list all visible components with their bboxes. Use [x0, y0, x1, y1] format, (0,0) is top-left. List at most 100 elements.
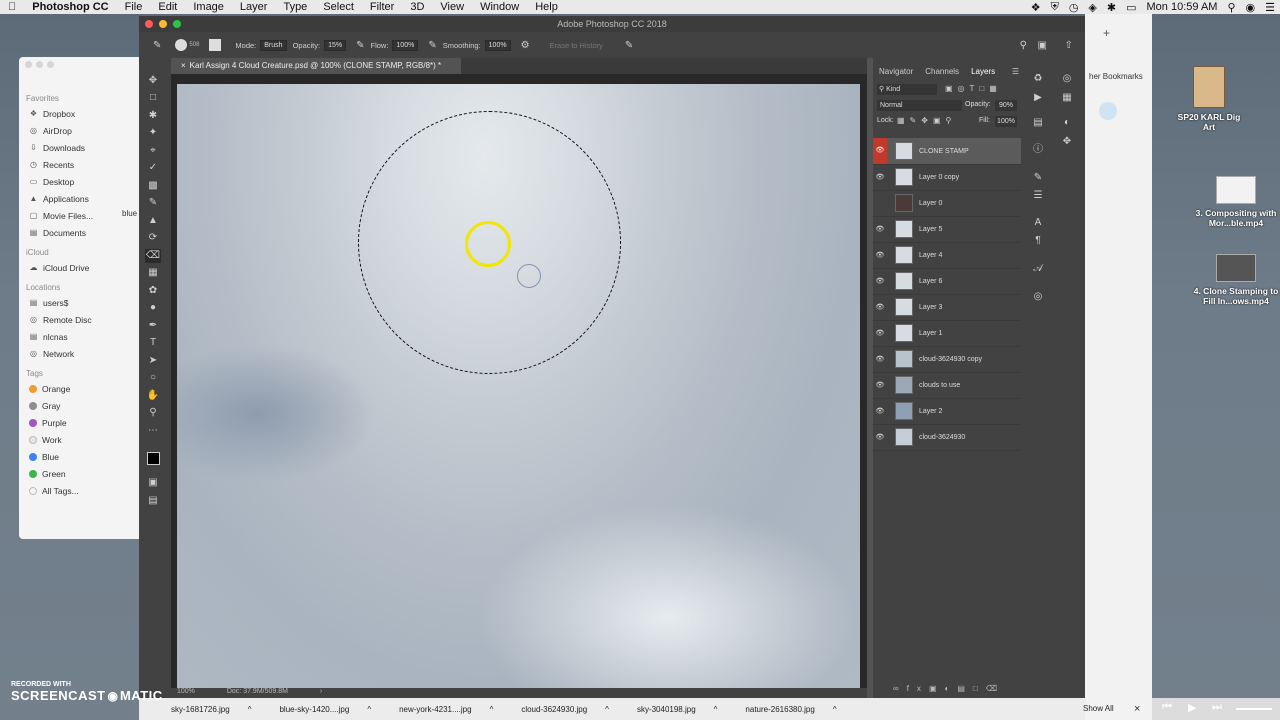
notification-center-icon[interactable]: ☰ — [1260, 1, 1280, 14]
sidebar-item-users[interactable]: ▤ users$ — [19, 294, 139, 311]
screen-mode-icon[interactable]: ▤ — [145, 494, 161, 508]
history-icon[interactable]: ♻ — [1031, 72, 1045, 86]
dodge-tool-icon[interactable]: ● — [145, 301, 161, 315]
tag-orange[interactable]: Orange — [19, 380, 139, 397]
visibility-eye-icon[interactable]: 👁 — [873, 329, 887, 337]
close-button[interactable] — [25, 61, 32, 68]
layer-row-layer-0-copy[interactable]: 👁 Layer 0 copy — [873, 164, 1021, 191]
filter-kind-select[interactable]: ⚲ Kind — [877, 84, 937, 95]
pen-tool-icon[interactable]: ✒ — [145, 319, 161, 333]
zoom-tool-icon[interactable]: ⚲ — [145, 406, 161, 420]
eyedropper-tool-icon[interactable]: ✓ — [145, 161, 161, 175]
zoom-button[interactable] — [47, 61, 54, 68]
brush-settings-icon[interactable]: ✎ — [1031, 171, 1045, 185]
brush-tool-icon[interactable]: ✎ — [145, 196, 161, 210]
bluetooth-icon[interactable]: ✱ — [1102, 1, 1121, 14]
chevron-up-icon[interactable]: ^ — [833, 705, 837, 714]
sidebar-item-airdrop[interactable]: ◎ AirDrop — [19, 122, 139, 139]
layer-row-layer-0[interactable]: Layer 0 — [873, 190, 1021, 217]
menu-help[interactable]: Help — [527, 1, 566, 13]
sidebar-item-recents[interactable]: ◷ Recents — [19, 156, 139, 173]
layer-row-cloud-copy[interactable]: 👁 cloud-3624930 copy — [873, 346, 1021, 373]
sidebar-item-downloads[interactable]: ⇩ Downloads — [19, 139, 139, 156]
search-icon[interactable]: ⚲ — [1020, 40, 1027, 51]
menu-file[interactable]: File — [117, 1, 151, 13]
layer-row-clone-stamp[interactable]: 👁 CLONE STAMP — [873, 138, 1021, 165]
flow-field[interactable]: 100% — [392, 39, 419, 51]
sidebar-item-dropbox[interactable]: ❖ Dropbox — [19, 105, 139, 122]
quick-select-tool-icon[interactable]: ✦ — [145, 126, 161, 140]
download-item[interactable]: cloud-3624930.jpg ^ — [507, 705, 623, 714]
chevron-right-icon[interactable]: › — [320, 688, 322, 695]
blur-tool-icon[interactable]: ✿ — [145, 284, 161, 298]
mask-icon[interactable]: ▣ — [929, 684, 945, 693]
sidebar-item-desktop[interactable]: ▭ Desktop — [19, 173, 139, 190]
spotlight-icon[interactable]: ⚲ — [1222, 1, 1240, 14]
tab-navigator[interactable]: Navigator — [873, 64, 919, 80]
blend-mode-select[interactable]: Normal — [877, 100, 962, 111]
visibility-eye-icon[interactable]: 👁 — [873, 433, 887, 441]
adjustments-icon[interactable]: ☰ — [1031, 189, 1045, 203]
more-tools-icon[interactable]: ⋯ — [145, 424, 161, 438]
menu-image[interactable]: Image — [185, 1, 232, 13]
tag-green[interactable]: Green — [19, 465, 139, 482]
sidebar-item-applications[interactable]: ▲ Applications — [19, 190, 139, 207]
menu-select[interactable]: Select — [315, 1, 362, 13]
layer-row-clouds-to-use[interactable]: 👁 clouds to use — [873, 372, 1021, 399]
clone-stamp-tool-icon[interactable]: ▲ — [145, 214, 161, 228]
erase-to-history-checkbox[interactable]: Erase to History — [550, 41, 603, 50]
tab-channels[interactable]: Channels — [919, 64, 965, 80]
visibility-eye-icon[interactable]: 👁 — [873, 277, 887, 285]
layer-opacity-field[interactable]: 90% — [995, 100, 1017, 111]
close-button[interactable] — [145, 20, 153, 28]
visibility-eye-icon[interactable]: 👁 — [873, 407, 887, 415]
document-canvas[interactable] — [177, 84, 860, 690]
menu-window[interactable]: Window — [472, 1, 527, 13]
chevron-up-icon[interactable]: ^ — [367, 705, 371, 714]
paragraph-icon[interactable]: ¶ — [1031, 234, 1045, 248]
menu-view[interactable]: View — [432, 1, 472, 13]
visibility-eye-icon[interactable]: 👁 — [873, 381, 887, 389]
workspace-icon[interactable]: ▣ — [1038, 40, 1047, 51]
history-brush-tool-icon[interactable]: ⟳ — [145, 231, 161, 245]
chevron-up-icon[interactable]: ^ — [714, 705, 718, 714]
info-icon[interactable]: ⓘ — [1031, 143, 1045, 157]
app-menu[interactable]: Photoshop CC — [24, 1, 116, 13]
path-selection-tool-icon[interactable]: ➤ — [145, 354, 161, 368]
type-tool-icon[interactable]: T — [145, 336, 161, 350]
tag-gray[interactable]: Gray — [19, 397, 139, 414]
visibility-eye-icon[interactable]: 👁 — [873, 173, 887, 181]
clock[interactable]: Mon 10:59 AM — [1142, 1, 1223, 13]
dropbox-icon[interactable]: ❖ — [1026, 1, 1046, 14]
glyphs-icon[interactable]: 𝒜 — [1031, 262, 1045, 276]
zoom-button[interactable] — [173, 20, 181, 28]
visibility-eye-icon[interactable]: 👁 — [873, 251, 887, 259]
sidebar-item-icloud-drive[interactable]: ☁ iCloud Drive — [19, 259, 139, 276]
gear-icon[interactable]: ⚙ — [521, 40, 530, 51]
mode-select[interactable]: Brush — [260, 39, 287, 51]
menu-edit[interactable]: Edit — [150, 1, 185, 13]
layer-row-cloud[interactable]: 👁 cloud-3624930 — [873, 424, 1021, 451]
skip-back-icon[interactable]: ⏮ — [1162, 701, 1172, 714]
adjustment-icon[interactable]: ◐ — [945, 684, 958, 693]
sidebar-item-movie-files[interactable]: ▢ Movie Files... — [19, 207, 139, 224]
chevron-up-icon[interactable]: ^ — [490, 705, 494, 714]
bookmarks-label[interactable]: her Bookmarks — [1089, 72, 1143, 81]
eraser-tool-icon[interactable]: ✎ — [153, 40, 161, 51]
sidebar-item-remote-disc[interactable]: ◎ Remote Disc — [19, 311, 139, 328]
opacity-field[interactable]: 15% — [324, 39, 347, 51]
eraser-tool-icon[interactable]: ⌫ — [145, 249, 161, 263]
download-item[interactable]: sky-1681726.jpg ^ — [157, 705, 265, 714]
fill-field[interactable]: 100% — [995, 116, 1017, 127]
download-item[interactable]: nature-2616380.jpg ^ — [731, 705, 850, 714]
progress-slider[interactable] — [1236, 708, 1272, 710]
levels-icon[interactable]: ▤ — [1031, 116, 1045, 130]
fx-icon[interactable]: fx — [907, 684, 929, 693]
pressure-opacity-icon[interactable]: ✎ — [356, 40, 364, 51]
menu-3d[interactable]: 3D — [402, 1, 432, 13]
extension-icon[interactable] — [1099, 102, 1117, 120]
gradient-tool-icon[interactable]: ▦ — [145, 266, 161, 280]
menu-layer[interactable]: Layer — [232, 1, 276, 13]
trash-icon[interactable]: ⌫ — [986, 684, 1005, 693]
crop-tool-icon[interactable]: ⌖ — [145, 144, 161, 158]
